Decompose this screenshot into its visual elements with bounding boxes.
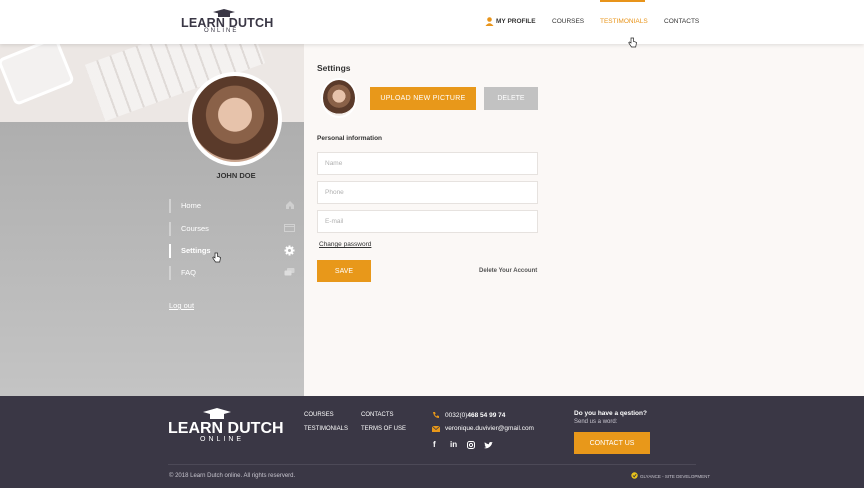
footer-phone: 0032(0)468 54 99 74: [445, 412, 505, 419]
phone-prefix: 0032(0): [445, 412, 468, 419]
gear-icon: [284, 245, 295, 256]
sidebar-item-settings[interactable]: Settings: [169, 244, 297, 258]
contact-us-button[interactable]: CONTACT US: [574, 432, 650, 454]
delete-account-link[interactable]: Delete Your Account: [479, 268, 537, 274]
copyright-text: © 2018 Learn Dutch online. All rights re…: [169, 473, 296, 479]
logout-link[interactable]: Log out: [169, 301, 194, 310]
developer-credit[interactable]: GLYANCE - SITE DEVELOPMENT: [640, 474, 710, 479]
change-password-link[interactable]: Change password: [319, 241, 371, 248]
section-heading: Personal information: [317, 135, 383, 142]
sidebar-item-home[interactable]: Home: [169, 199, 297, 213]
linkedin-icon[interactable]: in: [450, 440, 457, 449]
save-button[interactable]: SAVE: [317, 260, 371, 282]
current-profile-picture: [321, 78, 357, 118]
nav-testimonials[interactable]: TESTIMONIALS: [600, 18, 648, 25]
profile-avatar: [188, 72, 282, 166]
instagram-icon[interactable]: [467, 441, 475, 449]
home-icon: [286, 201, 294, 209]
developer-logo-icon: [631, 472, 638, 479]
phone-field[interactable]: [317, 181, 538, 204]
upload-picture-button[interactable]: UPLOAD NEW PICTURE: [370, 87, 476, 110]
card-icon: [284, 224, 295, 232]
footer-link-terms[interactable]: TERMS OF USE: [361, 426, 406, 432]
graduation-cap-icon: [203, 408, 231, 419]
sidebar-item-label: Settings: [181, 246, 211, 255]
page-title: Settings: [317, 63, 351, 73]
mail-icon: [432, 426, 440, 432]
sidebar-item-label: Courses: [181, 224, 209, 233]
facebook-icon[interactable]: f: [433, 440, 436, 449]
phone-number: 468 54 99 74: [467, 412, 506, 419]
footer-email[interactable]: veronique.duvivier@gmail.com: [445, 425, 534, 432]
sidebar-item-courses[interactable]: Courses: [169, 222, 297, 236]
footer-link-testimonials[interactable]: TESTIMONIALS: [304, 426, 348, 432]
footer-question: Do you have a qestion?: [574, 410, 647, 417]
hand-cursor-icon: [212, 252, 221, 263]
footer-divider: [168, 464, 696, 465]
footer-link-contacts[interactable]: CONTACTS: [361, 412, 394, 418]
site-logo[interactable]: LEARN DUTCH ONLINE: [181, 9, 273, 35]
logo-subtext: ONLINE: [204, 28, 239, 34]
nav-my-profile[interactable]: MY PROFILE: [496, 18, 536, 25]
sidebar-item-label: FAQ: [181, 268, 197, 277]
footer-link-courses[interactable]: COURSES: [304, 412, 334, 418]
nav-courses[interactable]: COURSES: [552, 18, 584, 25]
footer-send-us: Send us a word:: [574, 419, 618, 425]
site-footer: LEARN DUTCH ONLINE COURSES CONTACTS TEST…: [0, 396, 864, 488]
chat-icon: [284, 268, 295, 276]
phone-icon: [433, 412, 439, 418]
delete-picture-button[interactable]: DELETE: [484, 87, 538, 110]
email-field[interactable]: [317, 210, 538, 233]
hand-cursor-icon: [628, 37, 637, 48]
twitter-icon[interactable]: [484, 442, 493, 449]
sidebar-item-faq[interactable]: FAQ: [169, 266, 297, 280]
user-icon: [485, 17, 494, 26]
nav-contacts[interactable]: CONTACTS: [664, 18, 699, 25]
phone-illustration: [0, 44, 76, 107]
profile-sidebar: JOHN DOE Home Courses Settings FAQ Log o…: [0, 44, 304, 396]
user-name: JOHN DOE: [216, 171, 256, 180]
site-header: LEARN DUTCH ONLINE MY PROFILE COURSES TE…: [0, 0, 864, 48]
sidebar-item-label: Home: [181, 201, 202, 210]
footer-logo-subtext: ONLINE: [200, 436, 245, 443]
name-field[interactable]: [317, 152, 538, 175]
active-nav-indicator: [600, 0, 645, 2]
